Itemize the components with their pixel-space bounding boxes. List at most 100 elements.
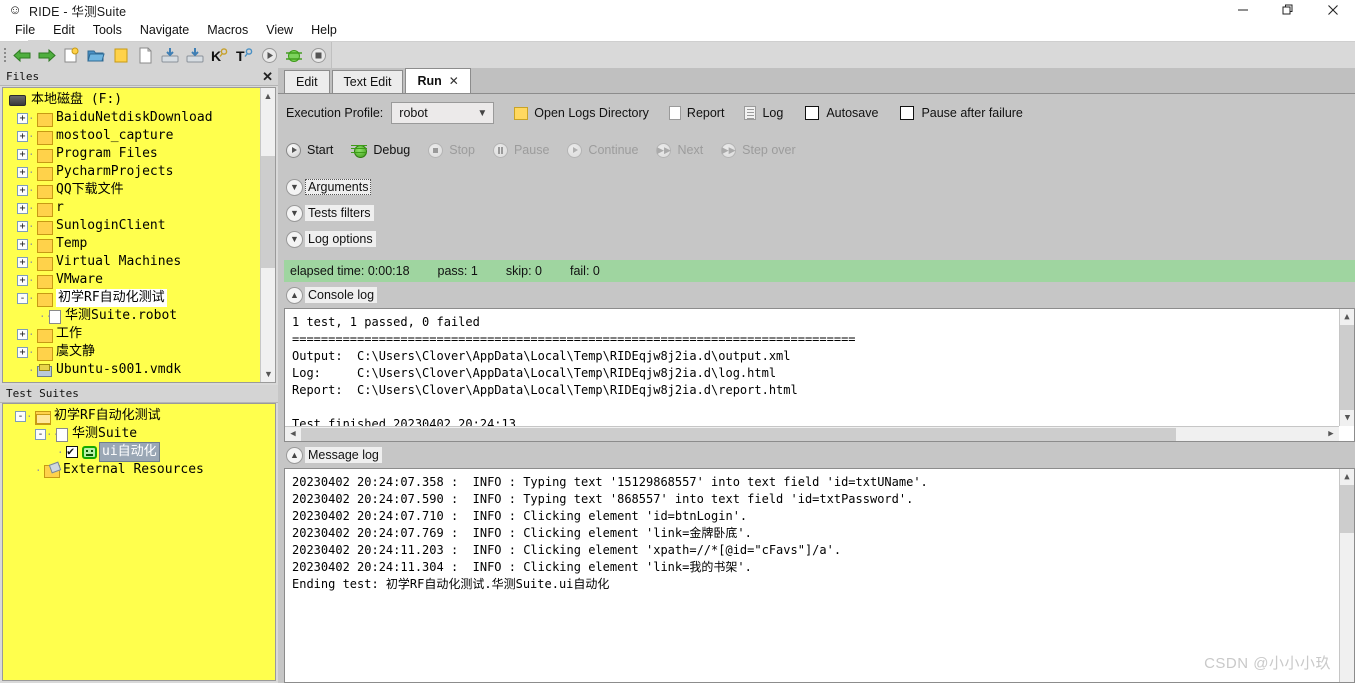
new-project-icon[interactable] bbox=[59, 43, 84, 67]
scroll-up-icon[interactable]: ▲ bbox=[1340, 309, 1354, 325]
continue-button[interactable]: Continue bbox=[567, 142, 638, 158]
new-file-icon[interactable] bbox=[133, 43, 158, 67]
tree-item-program-files[interactable]: + ·· Program Files bbox=[5, 145, 275, 163]
expand-icon[interactable]: + bbox=[17, 184, 28, 196]
suite-item-suite[interactable]: - ·· 华测Suite bbox=[5, 425, 275, 443]
menu-file[interactable]: File bbox=[6, 21, 44, 40]
tree-item-r[interactable]: + ·· r bbox=[5, 199, 275, 217]
tree-item-root[interactable]: 本地磁盘 (F:) bbox=[5, 91, 275, 109]
pause-after-failure-checkbox[interactable]: Pause after failure bbox=[900, 106, 1023, 120]
execution-profile-select[interactable]: robot ▼ bbox=[391, 102, 495, 124]
scrollbar-thumb[interactable] bbox=[1340, 325, 1354, 410]
message-log-header[interactable]: ▲ Message log bbox=[278, 442, 1355, 468]
stop-icon[interactable] bbox=[306, 43, 331, 67]
menu-view[interactable]: View bbox=[257, 21, 302, 40]
scrollbar-thumb[interactable] bbox=[301, 428, 1176, 441]
menu-navigate[interactable]: Navigate bbox=[131, 21, 198, 40]
chevron-down-icon[interactable]: ▼ bbox=[286, 204, 303, 222]
tree-item-temp[interactable]: + ·· Temp bbox=[5, 235, 275, 253]
menu-macros[interactable]: Macros bbox=[198, 21, 257, 40]
collapse-icon[interactable]: - bbox=[15, 410, 26, 422]
tree-item-mostool-capture[interactable]: + ·· mostool_capture bbox=[5, 127, 275, 145]
step-over-button[interactable]: ▶▶ Step over bbox=[721, 142, 796, 158]
tree-item-work[interactable]: + ·· 工作 bbox=[5, 325, 275, 343]
folder-icon[interactable] bbox=[109, 43, 134, 67]
open-folder-icon[interactable] bbox=[84, 43, 109, 67]
expand-icon[interactable]: + bbox=[17, 130, 28, 142]
tree-item-qq-download[interactable]: + ·· QQ下载文件 bbox=[5, 181, 275, 199]
tree-item-yuwenjing[interactable]: + ·· 虞文静 bbox=[5, 343, 275, 361]
console-log-vscrollbar[interactable]: ▲ ▼ bbox=[1339, 309, 1354, 426]
arguments-section[interactable]: ▼ Arguments bbox=[286, 174, 1355, 200]
expand-icon[interactable]: + bbox=[17, 220, 28, 232]
log-button[interactable]: Log bbox=[744, 106, 783, 120]
collapse-icon[interactable]: - bbox=[35, 428, 46, 440]
chevron-up-icon[interactable]: ▲ bbox=[286, 286, 303, 304]
tree-item-robot-file[interactable]: ·· 华测Suite.robot bbox=[5, 307, 275, 325]
next-button[interactable]: ▶▶ Next bbox=[656, 142, 703, 158]
expand-icon[interactable]: + bbox=[17, 112, 28, 124]
files-tree[interactable]: 本地磁盘 (F:) + ·· BaiduNetdiskDownload + ··… bbox=[2, 87, 276, 383]
search-test-icon[interactable]: T bbox=[232, 43, 257, 67]
testcase-checkbox[interactable] bbox=[66, 444, 78, 458]
start-button[interactable]: Start bbox=[286, 142, 333, 158]
expand-icon[interactable]: + bbox=[17, 346, 28, 358]
scroll-down-icon[interactable]: ▼ bbox=[1340, 410, 1354, 426]
scroll-down-icon[interactable]: ▼ bbox=[261, 366, 275, 382]
close-icon[interactable]: ✕ bbox=[262, 69, 273, 85]
expand-icon[interactable]: + bbox=[17, 166, 28, 178]
suite-item-project[interactable]: - ·· 初学RF自动化测试 bbox=[5, 407, 275, 425]
toolbar-grip[interactable] bbox=[2, 44, 10, 66]
tree-item-pycharmprojects[interactable]: + ·· PycharmProjects bbox=[5, 163, 275, 181]
toolbar-drag-handle[interactable] bbox=[28, 40, 50, 48]
tree-item-rf-project[interactable]: - ·· 初学RF自动化测试 bbox=[5, 289, 275, 307]
tab-run[interactable]: Run ✕ bbox=[405, 68, 471, 93]
chevron-up-icon[interactable]: ▲ bbox=[286, 446, 303, 464]
scroll-right-icon[interactable]: ▶ bbox=[1323, 429, 1339, 439]
search-keyword-icon[interactable]: K bbox=[208, 43, 233, 67]
report-button[interactable]: Report bbox=[668, 106, 724, 120]
scrollbar-thumb[interactable] bbox=[261, 156, 275, 268]
expand-icon[interactable]: + bbox=[17, 148, 28, 160]
tree-item-ubuntu-vmdk[interactable]: ·· Ubuntu-s001.vmdk bbox=[5, 361, 275, 379]
console-log-header[interactable]: ▲ Console log bbox=[278, 282, 1355, 308]
tree-item-vmware[interactable]: + ·· VMware bbox=[5, 271, 275, 289]
tab-text-edit[interactable]: Text Edit bbox=[331, 70, 404, 93]
files-tree-scrollbar[interactable]: ▲ ▼ bbox=[260, 88, 275, 382]
open-logs-directory-button[interactable]: Open Logs Directory bbox=[514, 106, 649, 120]
suite-item-external-resources[interactable]: ·· External Resources bbox=[5, 461, 275, 479]
menu-edit[interactable]: Edit bbox=[44, 21, 84, 40]
scroll-up-icon[interactable]: ▲ bbox=[261, 88, 275, 104]
collapse-icon[interactable]: - bbox=[17, 292, 28, 304]
close-icon[interactable] bbox=[1310, 0, 1355, 20]
scroll-left-icon[interactable]: ◀ bbox=[285, 429, 301, 439]
scroll-up-icon[interactable]: ▲ bbox=[1340, 469, 1354, 485]
test-suites-tree[interactable]: - ·· 初学RF自动化测试 - ·· 华测Suite ·· ✔ ui自动化 ·… bbox=[2, 403, 276, 681]
expand-icon[interactable]: + bbox=[17, 256, 28, 268]
log-options-section[interactable]: ▼ Log options bbox=[286, 226, 1355, 252]
debug-icon[interactable] bbox=[282, 43, 307, 67]
tree-item-virtual-machines[interactable]: + ·· Virtual Machines bbox=[5, 253, 275, 271]
save-all-icon[interactable] bbox=[183, 43, 208, 67]
tests-filters-section[interactable]: ▼ Tests filters bbox=[286, 200, 1355, 226]
tree-item-sunloginclient[interactable]: + ·· SunloginClient bbox=[5, 217, 275, 235]
debug-button[interactable]: Debug bbox=[351, 143, 410, 158]
message-log-body[interactable]: 20230402 20:24:07.358 : INFO : Typing te… bbox=[284, 468, 1355, 683]
expand-icon[interactable]: + bbox=[17, 238, 28, 250]
console-log-hscrollbar[interactable]: ◀ ▶ bbox=[285, 426, 1339, 441]
chevron-down-icon[interactable]: ▼ bbox=[286, 178, 303, 196]
run-icon[interactable] bbox=[257, 43, 282, 67]
close-icon[interactable]: ✕ bbox=[449, 74, 459, 88]
restore-icon[interactable] bbox=[1265, 0, 1310, 20]
chevron-down-icon[interactable]: ▼ bbox=[286, 230, 303, 248]
autosave-checkbox[interactable]: Autosave bbox=[805, 106, 878, 120]
message-log-vscrollbar[interactable]: ▲ bbox=[1339, 469, 1354, 682]
menu-tools[interactable]: Tools bbox=[84, 21, 131, 40]
expand-icon[interactable]: + bbox=[17, 328, 28, 340]
menu-help[interactable]: Help bbox=[302, 21, 346, 40]
tree-item-baidunetdiskdownload[interactable]: + ·· BaiduNetdiskDownload bbox=[5, 109, 275, 127]
expand-icon[interactable]: + bbox=[17, 202, 28, 214]
stop-button[interactable]: Stop bbox=[428, 142, 475, 158]
pause-button[interactable]: Pause bbox=[492, 142, 549, 158]
expand-icon[interactable]: + bbox=[17, 274, 28, 286]
